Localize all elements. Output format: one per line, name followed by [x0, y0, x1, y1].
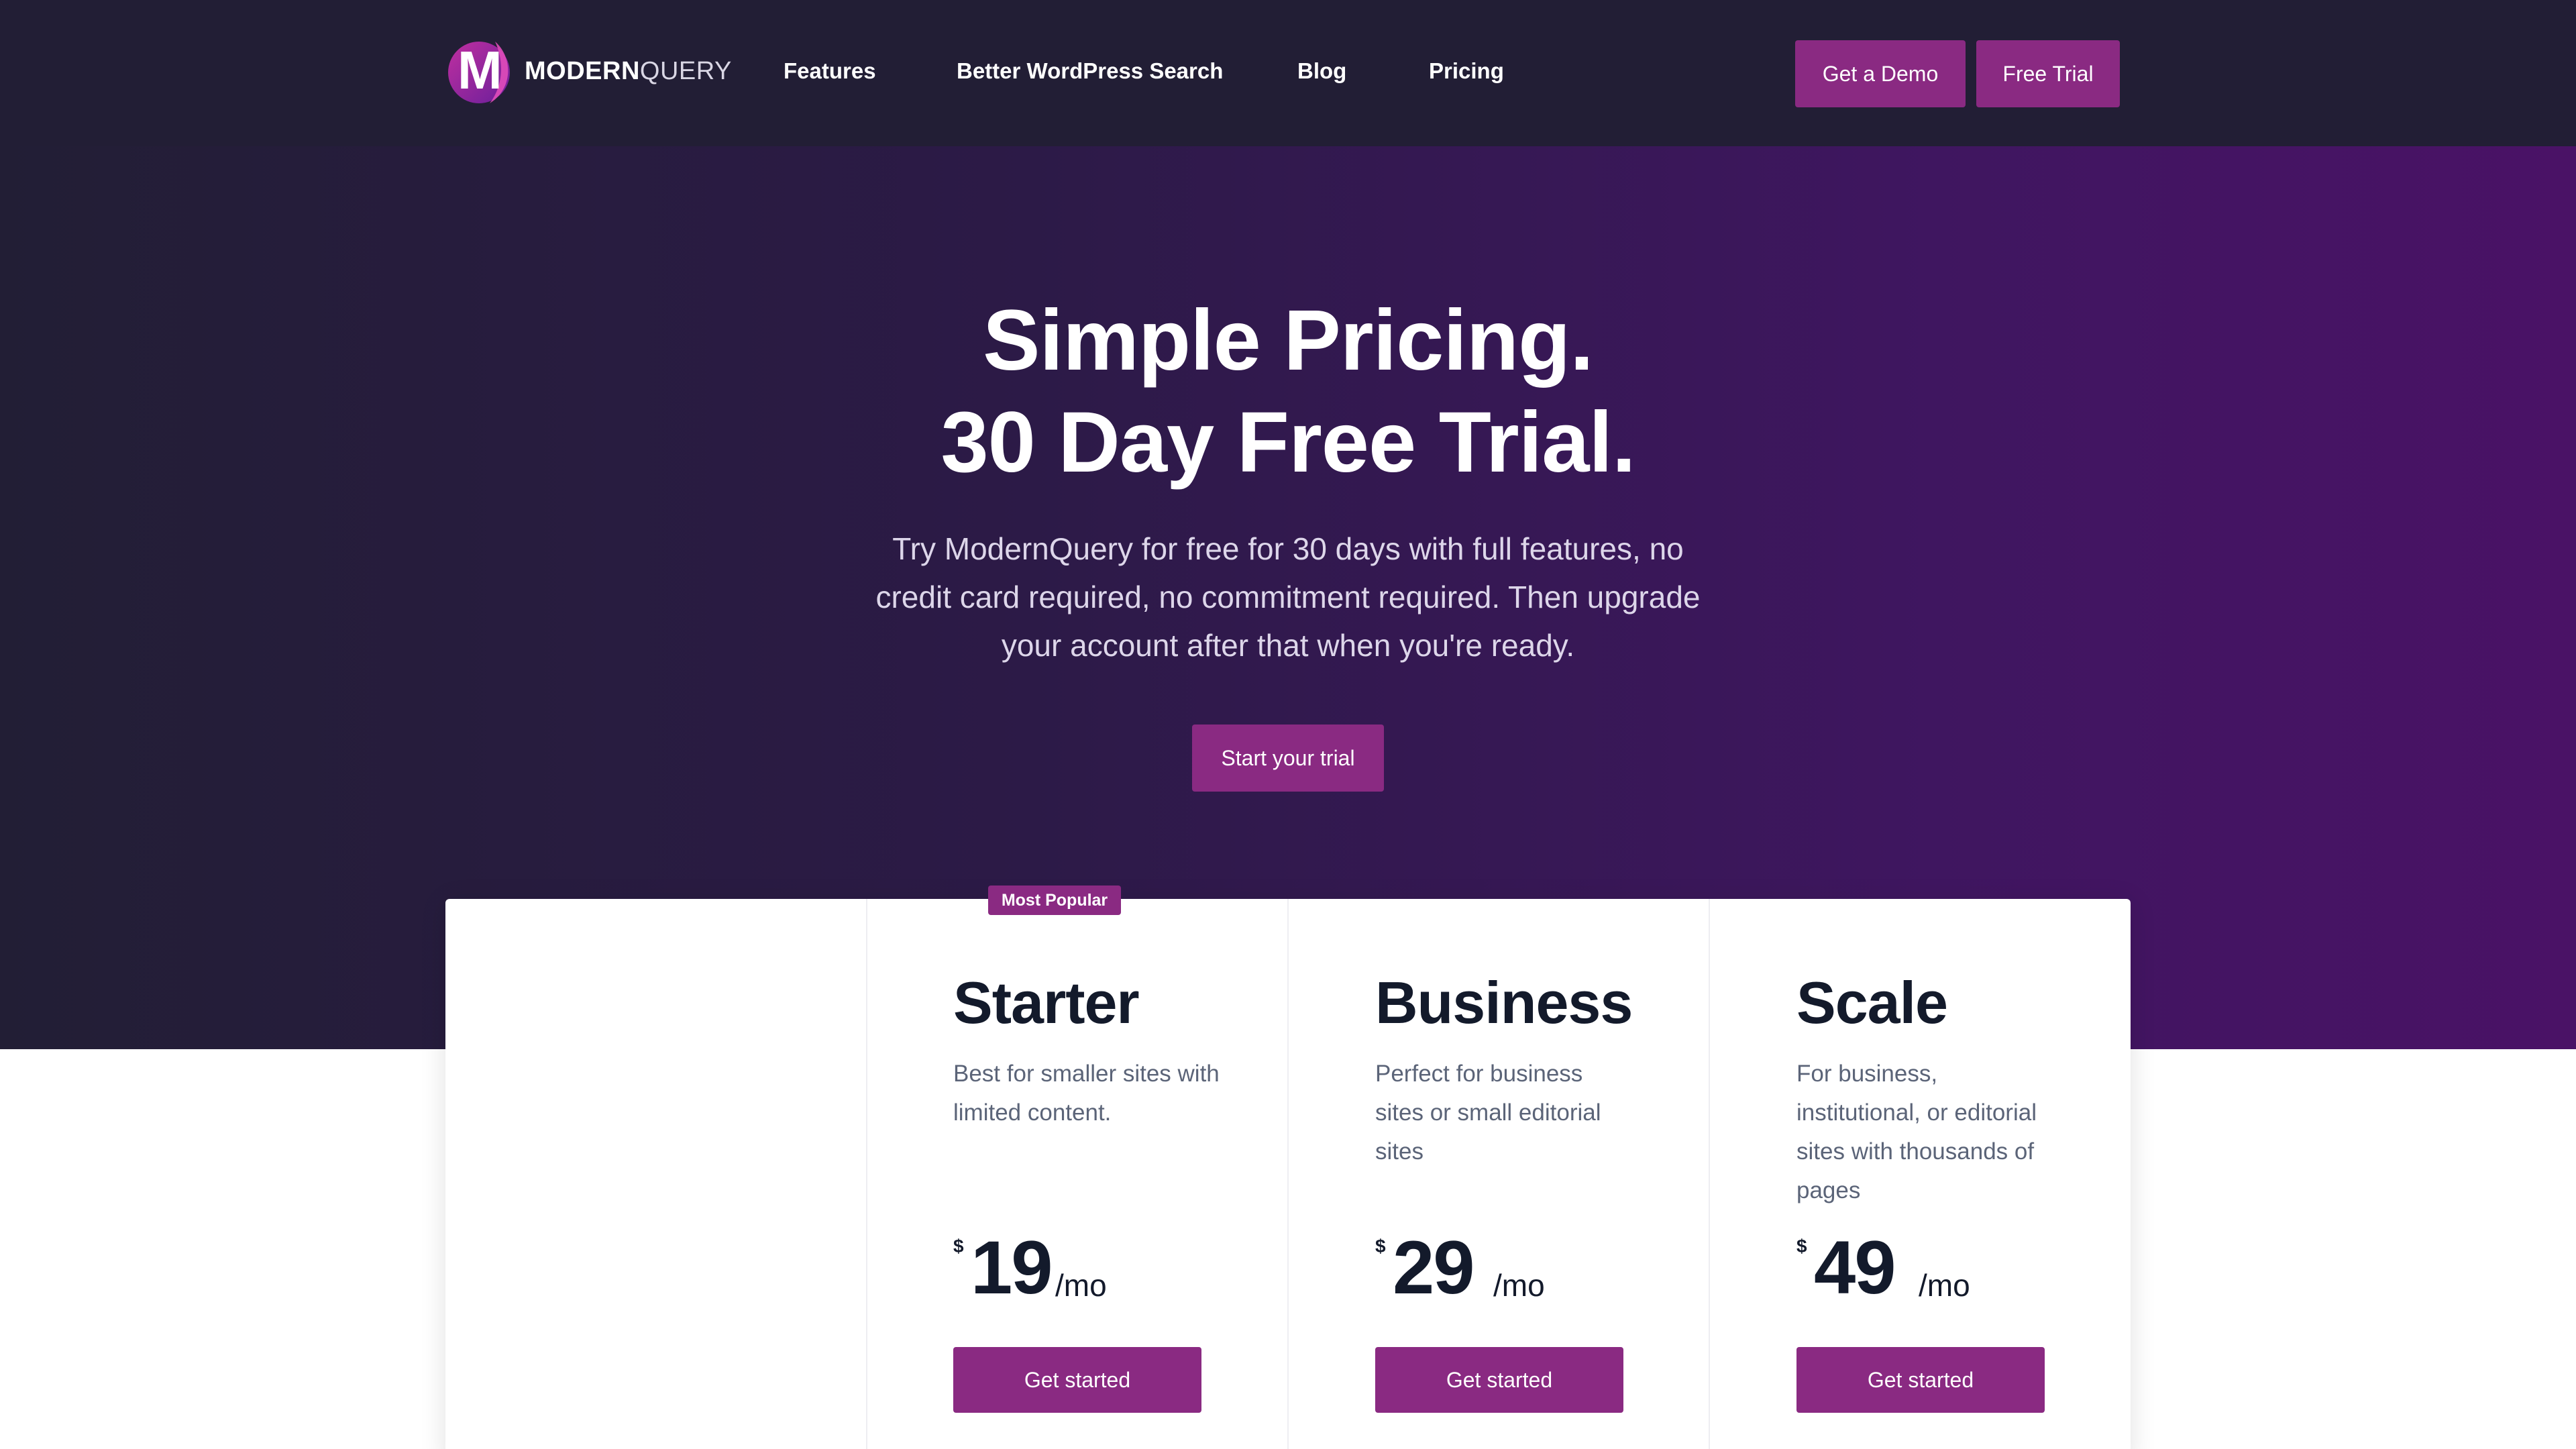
plan-description: For business, institutional, or editoria…	[1796, 1061, 2037, 1203]
nav-link-better-wordpress-search[interactable]: Better WordPress Search	[957, 56, 1223, 86]
price-currency: $	[1375, 1236, 1386, 1256]
logo-mark-icon: M	[448, 36, 515, 106]
logo-wordmark: MODERNQUERY	[525, 57, 732, 86]
plan-description: Best for smaller sites with limited cont…	[953, 1061, 1220, 1126]
plan-card-scale: Scale For business, institutional, or ed…	[1709, 899, 2129, 1449]
hero-title-line-1: Simple Pricing.	[983, 292, 1594, 388]
get-started-button-scale[interactable]: Get started	[1796, 1347, 2045, 1413]
price-currency: $	[953, 1236, 964, 1256]
get-a-demo-button[interactable]: Get a Demo	[1795, 40, 1966, 107]
plan-card-business: Business Perfect for business sites or s…	[1288, 899, 1708, 1449]
plan-description: Perfect for business sites or small edit…	[1375, 1061, 1601, 1165]
price-amount: 29	[1393, 1226, 1475, 1309]
free-trial-button[interactable]: Free Trial	[1976, 40, 2120, 107]
get-started-button-business[interactable]: Get started	[1375, 1347, 1623, 1413]
price-period: /mo	[1493, 1268, 1545, 1303]
price-period: /mo	[1055, 1268, 1107, 1303]
hero-title-line-2: 30 Day Free Trial.	[941, 394, 1635, 490]
price-amount: 19	[971, 1226, 1053, 1309]
pricing-page: M MODERNQUERY Features Better WordPress …	[0, 0, 2576, 1449]
plan-name: Starter	[953, 969, 1140, 1036]
logo-mark-letter: M	[458, 40, 502, 100]
hero-subtitle: Try ModernQuery for free for 30 days wit…	[875, 531, 1701, 663]
pricing-table: Starter Best for smaller sites with limi…	[445, 899, 2131, 1449]
plan-name: Scale	[1796, 969, 1948, 1036]
logo-word-light: QUERY	[639, 56, 732, 85]
price-period: /mo	[1919, 1268, 1970, 1303]
plan-card-starter: Starter Best for smaller sites with limi…	[866, 899, 1286, 1449]
logo-word-bold: MODERN	[525, 56, 640, 85]
logo[interactable]: M MODERNQUERY	[448, 36, 731, 106]
start-trial-button[interactable]: Start your trial	[1192, 724, 1384, 792]
get-started-button-starter[interactable]: Get started	[953, 1347, 1201, 1413]
nav-link-features[interactable]: Features	[784, 56, 876, 86]
nav-link-pricing[interactable]: Pricing	[1429, 56, 1504, 86]
price-amount: 49	[1814, 1226, 1896, 1309]
top-nav: M MODERNQUERY Features Better WordPress …	[0, 0, 2576, 146]
nav-link-blog[interactable]: Blog	[1297, 56, 1346, 86]
most-popular-badge: Most Popular	[988, 885, 1121, 915]
plan-name: Business	[1375, 969, 1633, 1036]
price-currency: $	[1796, 1236, 1807, 1256]
